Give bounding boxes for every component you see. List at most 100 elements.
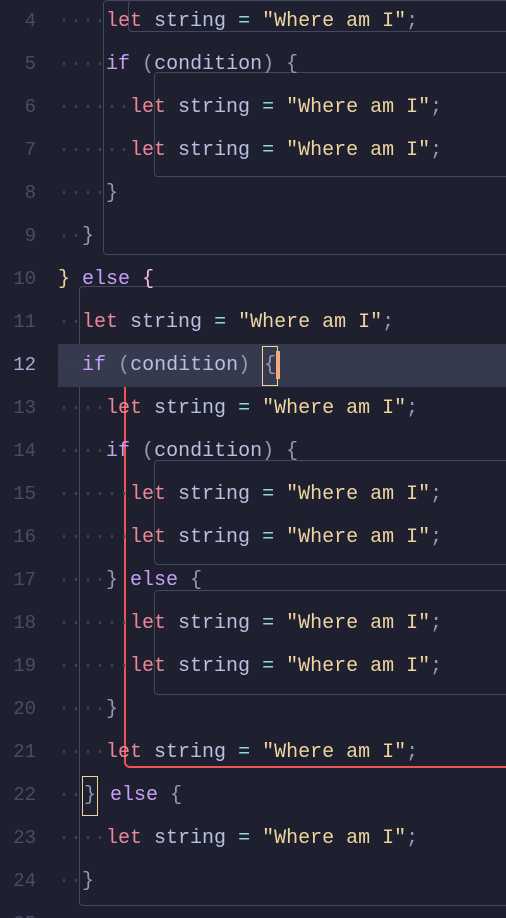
keyword-let: let (82, 311, 118, 334)
keyword-let: let (106, 10, 142, 33)
indent-guide: ·· (58, 225, 82, 248)
paren-open: ( (142, 53, 154, 76)
string-literal: "Where am I" (262, 397, 406, 420)
paren-close: ) (238, 354, 250, 377)
string-literal: "Where am I" (286, 655, 430, 678)
line-number: 11 (0, 301, 46, 344)
line-number: 7 (0, 129, 46, 172)
identifier: string (154, 10, 226, 33)
line-number: 6 (0, 86, 46, 129)
line-number: 5 (0, 43, 46, 86)
code-line[interactable]: ····} else { (58, 559, 506, 602)
keyword-let: let (130, 96, 166, 119)
string-literal: "Where am I" (286, 96, 430, 119)
identifier: string (130, 311, 202, 334)
line-number: 13 (0, 387, 46, 430)
indent-guide: ···· (58, 53, 106, 76)
brace-close: } (106, 182, 118, 205)
code-line[interactable]: } else { (58, 258, 506, 301)
code-line[interactable]: ······let string = "Where am I"; (58, 473, 506, 516)
keyword-let: let (130, 483, 166, 506)
semicolon: ; (430, 139, 442, 162)
line-number: 8 (0, 172, 46, 215)
code-line[interactable]: ··if (condition) { (58, 344, 506, 387)
identifier: string (178, 483, 250, 506)
brace-open: { (286, 440, 298, 463)
keyword-if: if (106, 440, 130, 463)
keyword-else: else (82, 268, 130, 291)
keyword-if: if (106, 53, 130, 76)
line-number: 24 (0, 860, 46, 903)
code-line[interactable]: ····} (58, 688, 506, 731)
indent-guide: ······ (58, 96, 130, 119)
operator-eq: = (238, 10, 250, 33)
operator-eq: = (262, 483, 274, 506)
code-line[interactable]: ··let string = "Where am I"; (58, 301, 506, 344)
identifier: condition (154, 440, 262, 463)
identifier: string (154, 741, 226, 764)
operator-eq: = (214, 311, 226, 334)
identifier: string (154, 827, 226, 850)
string-literal: "Where am I" (262, 741, 406, 764)
code-editor[interactable]: 45678910111213141516171819202122232425 ·… (0, 0, 506, 918)
operator-eq: = (262, 139, 274, 162)
code-line[interactable]: ··} (58, 860, 506, 903)
semicolon: ; (406, 827, 418, 850)
code-line[interactable]: ······let string = "Where am I"; (58, 645, 506, 688)
code-line[interactable]: ····let string = "Where am I"; (58, 731, 506, 774)
line-number: 19 (0, 645, 46, 688)
code-line[interactable]: ······let string = "Where am I"; (58, 129, 506, 172)
line-number: 16 (0, 516, 46, 559)
string-literal: "Where am I" (286, 483, 430, 506)
indent-guide: ···· (58, 440, 106, 463)
code-line[interactable]: ······let string = "Where am I"; (58, 602, 506, 645)
semicolon: ; (406, 397, 418, 420)
code-line[interactable]: ······let string = "Where am I"; (58, 86, 506, 129)
string-literal: "Where am I" (262, 10, 406, 33)
brace-close: } (106, 698, 118, 721)
brace-open: { (264, 354, 276, 377)
semicolon: ; (430, 483, 442, 506)
indent-guide: ···· (58, 827, 106, 850)
semicolon: ; (430, 612, 442, 635)
indent-guide: ···· (58, 10, 106, 33)
brace-open: { (170, 784, 182, 807)
keyword-else: else (110, 784, 158, 807)
indent-guide: ······ (58, 655, 130, 678)
code-line[interactable]: ····if (condition) { (58, 43, 506, 86)
string-literal: "Where am I" (238, 311, 382, 334)
code-line[interactable]: ····let string = "Where am I"; (58, 817, 506, 860)
line-number: 20 (0, 688, 46, 731)
semicolon: ; (430, 655, 442, 678)
line-number: 14 (0, 430, 46, 473)
indent-guide: ·· (58, 311, 82, 334)
line-number: 15 (0, 473, 46, 516)
code-line[interactable]: ··} (58, 215, 506, 258)
indent-guide: ···· (58, 569, 106, 592)
keyword-let: let (130, 139, 166, 162)
keyword-let: let (106, 741, 142, 764)
code-line[interactable]: ······let string = "Where am I"; (58, 516, 506, 559)
code-line[interactable]: ····} (58, 172, 506, 215)
semicolon: ; (406, 10, 418, 33)
operator-eq: = (262, 96, 274, 119)
brace-open: { (286, 53, 298, 76)
line-number: 23 (0, 817, 46, 860)
brace-close: } (82, 225, 94, 248)
semicolon: ; (406, 741, 418, 764)
code-line[interactable] (58, 903, 506, 918)
code-line[interactable]: ··} else { (58, 774, 506, 817)
line-number: 4 (0, 0, 46, 43)
brace-open: { (142, 268, 154, 291)
indent-guide: ······ (58, 526, 130, 549)
indent-guide: ···· (58, 698, 106, 721)
code-line[interactable]: ····let string = "Where am I"; (58, 0, 506, 43)
indent-guide: ···· (58, 741, 106, 764)
code-line[interactable]: ····let string = "Where am I"; (58, 387, 506, 430)
indent-guide: ······ (58, 139, 130, 162)
indent-guide: ···· (58, 397, 106, 420)
keyword-let: let (130, 655, 166, 678)
indent-guide: ······ (58, 612, 130, 635)
code-area[interactable]: ····let string = "Where am I";····if (co… (46, 0, 506, 918)
code-line[interactable]: ····if (condition) { (58, 430, 506, 473)
